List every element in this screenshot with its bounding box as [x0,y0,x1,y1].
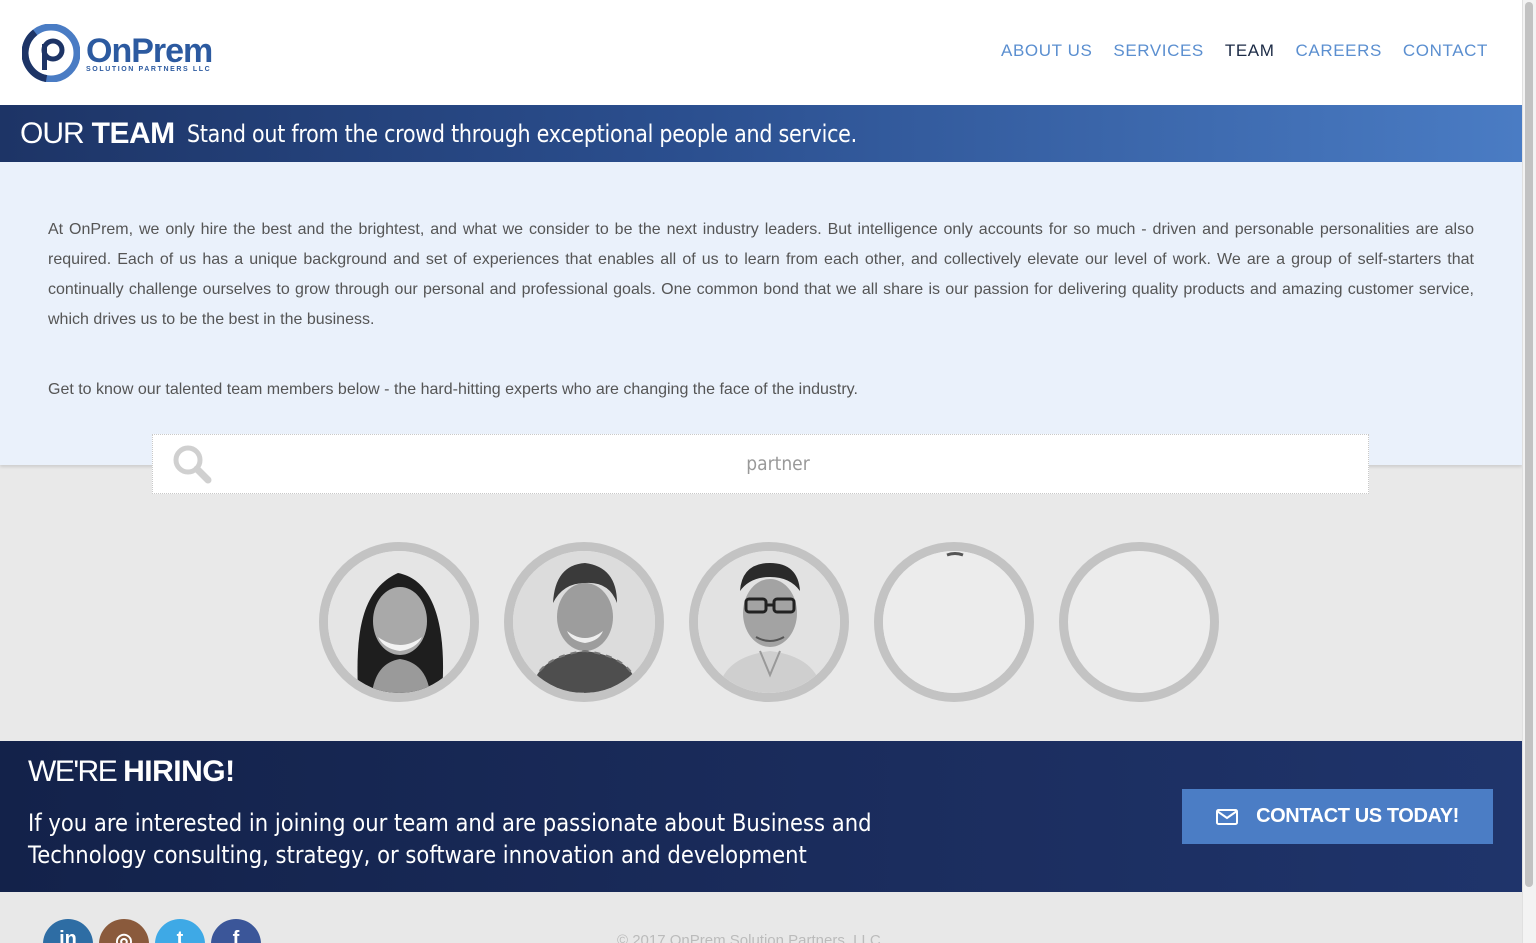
contact-us-button[interactable]: CONTACT US TODAY! [1182,789,1493,844]
linkedin-icon[interactable]: in [43,919,93,943]
logo-name: OnPrem [86,31,213,70]
team-member-photo[interactable] [689,542,849,702]
intro-paragraph-team: Get to know our talented team members be… [48,381,858,398]
team-member-photo[interactable] [319,542,479,702]
hiring-title-bold: HIRING! [123,755,235,788]
facebook-icon[interactable]: f [211,919,261,943]
team-member-photo[interactable] [874,542,1034,702]
hiring-title-light: WE'RE [28,755,118,788]
search-icon[interactable] [171,443,213,485]
onprem-logo-icon [21,23,81,83]
team-member-photo[interactable] [504,542,664,702]
man-portrait-image [513,551,655,693]
nav-about-us[interactable]: ABOUT US [1001,41,1092,61]
nav-careers[interactable]: CAREERS [1296,41,1382,61]
copyright: © 2017 OnPrem Solution Partners, LLC [617,932,881,943]
instagram-icon[interactable]: ◎ [99,919,149,943]
nav-services[interactable]: SERVICES [1113,41,1203,61]
contact-us-label: CONTACT US TODAY! [1256,805,1459,827]
banner-team: TEAM [91,116,176,150]
team-member-photo[interactable] [1059,542,1219,702]
team-members [319,542,1219,702]
nav-team[interactable]: TEAM [1225,41,1275,61]
woman-portrait-image [328,551,470,693]
intro-paragraph: At OnPrem, we only hire the best and the… [48,221,1474,328]
logo[interactable]: OnPrem SOLUTION PARTNERS LLC [21,23,213,83]
hiring-section: WE'RE HIRING! If you are interested in j… [0,741,1522,892]
team-search [152,434,1369,494]
loading-portrait-image [883,551,1025,693]
logo-subtitle: SOLUTION PARTNERS LLC [86,65,212,73]
scrollbar[interactable] [1522,0,1536,943]
intro-section: At OnPrem, we only hire the best and the… [0,162,1522,465]
page-banner: OUR TEAM Stand out from the crowd throug… [0,105,1522,162]
hiring-text: If you are interested in joining our tea… [28,809,872,869]
hiring-title: WE'RE HIRING! [28,755,235,789]
man-glasses-portrait-image [698,551,840,693]
main-nav: ABOUT US SERVICES TEAM CAREERS CONTACT [1001,41,1488,61]
nav-contact[interactable]: CONTACT [1403,41,1488,61]
search-input[interactable] [287,435,1269,493]
social-links: in ◎ t f [43,919,261,943]
site-footer: in ◎ t f © 2017 OnPrem Solution Partners… [0,892,1522,943]
banner-tagline: Stand out from the crowd through excepti… [186,119,857,148]
banner-our: OUR [20,116,85,150]
envelope-icon [1216,808,1239,825]
site-header: OnPrem SOLUTION PARTNERS LLC ABOUT US SE… [0,0,1522,105]
twitter-icon[interactable]: t [155,919,205,943]
scrollbar-thumb[interactable] [1525,2,1533,887]
